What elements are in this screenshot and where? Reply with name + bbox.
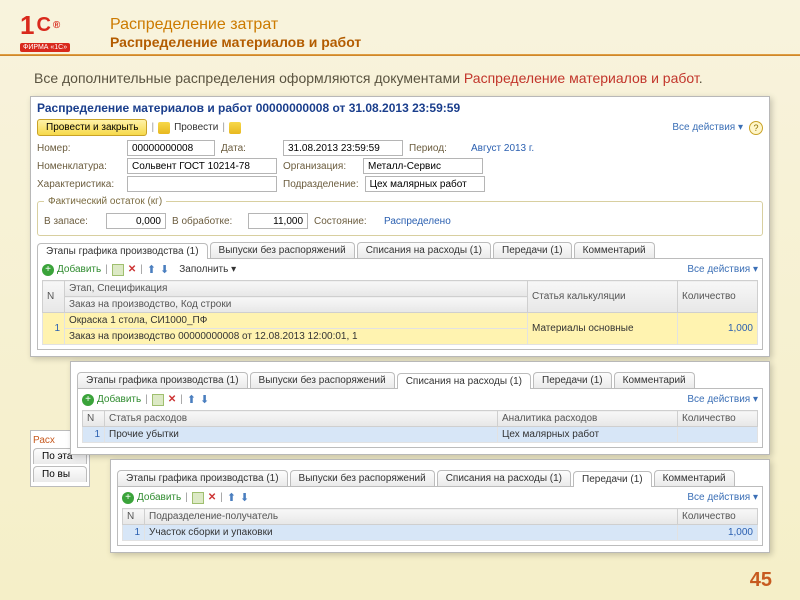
period-value[interactable]: Август 2013 г. [471,143,534,154]
toolbar-extra-icon[interactable] [229,122,241,134]
tab-writeoffs[interactable]: Списания на расходы (1) [357,242,491,258]
tab-writeoffs-3[interactable]: Списания на расходы (1) [437,470,571,486]
col-order: Заказ на производство, Код строки [65,297,528,313]
label-date: Дата: [221,143,277,154]
number-field[interactable] [127,140,215,156]
all-actions-tab[interactable]: Все действия ▾ [687,264,758,275]
state-value[interactable]: Распределено [384,216,451,227]
move-down-icon[interactable]: ⬇ [200,393,209,406]
add-button-2[interactable]: +Добавить [82,394,141,406]
post-icon[interactable] [158,122,170,134]
fill-menu[interactable]: Заполнить ▾ [179,264,236,275]
grid-transfers: N Подразделение-получатель Количество 1 … [122,508,758,541]
tab-comment-3[interactable]: Комментарий [654,470,735,486]
all-actions-menu[interactable]: Все действия ▾ [672,122,743,133]
col-n: N [43,281,65,313]
tab-transfers[interactable]: Передачи (1) [493,242,572,258]
table-row[interactable]: 1 Прочие убытки Цех малярных работ [83,427,758,443]
copy-icon[interactable] [192,492,204,504]
label-item: Номенклатура: [37,161,121,172]
all-actions-tab-3[interactable]: Все действия ▾ [687,492,758,503]
add-button[interactable]: +Добавить [42,264,101,276]
post-button[interactable]: Провести [174,122,218,133]
stock-field[interactable] [106,213,166,229]
label-dept: Подразделение: [283,179,359,190]
label-number: Номер: [37,143,121,154]
legend-stock: Фактический остаток (кг) [44,196,166,207]
tab-releases-2[interactable]: Выпуски без распоряжений [250,372,395,388]
label-stock: В запасе: [44,216,100,227]
tab-stages[interactable]: Этапы графика производства (1) [37,243,208,259]
tab-stages-2[interactable]: Этапы графика производства (1) [77,372,248,388]
col-stage: Этап, Спецификация [65,281,528,297]
col-dept: Подразделение-получатель [145,509,678,525]
side-tab-2[interactable]: По вы [33,466,87,482]
tab-comment-2[interactable]: Комментарий [614,372,695,388]
window-writeoffs: Этапы графика производства (1) Выпуски б… [70,361,770,455]
table-row[interactable]: 1 Окраска 1 стола, СИ1000_ПФ Материалы о… [43,313,758,329]
col-n: N [123,509,145,525]
char-field[interactable] [127,176,277,192]
move-up-icon[interactable]: ⬆ [187,393,196,406]
copy-icon[interactable] [152,394,164,406]
col-an: Аналитика расходов [498,411,678,427]
tab-stages-3[interactable]: Этапы графика производства (1) [117,470,288,486]
org-field[interactable] [363,158,483,174]
plus-icon: + [42,264,54,276]
label-period: Период: [409,143,465,154]
col-n: N [83,411,105,427]
col-exp: Статья расходов [105,411,498,427]
window-transfers: Этапы графика производства (1) Выпуски б… [110,459,770,553]
tab-releases-3[interactable]: Выпуски без распоряжений [290,470,435,486]
item-field[interactable] [127,158,277,174]
add-button-3[interactable]: +Добавить [122,492,181,504]
col-qty: Количество [678,509,758,525]
col-qty: Количество [678,281,758,313]
grid-stages: N Этап, Спецификация Статья калькуляции … [42,280,758,345]
slide-subtitle: Распределение материалов и работ [110,34,770,50]
post-and-close-button[interactable]: Провести и закрыть [37,119,147,136]
all-actions-tab-2[interactable]: Все действия ▾ [687,394,758,405]
help-icon[interactable]: ? [749,121,763,135]
slide-title: Распределение затрат [110,16,770,34]
label-state: Состояние: [314,216,378,227]
label-proc: В обработке: [172,216,242,227]
tab-writeoffs-2[interactable]: Списания на расходы (1) [397,373,531,389]
window-title: Распределение материалов и работ 0000000… [37,101,763,115]
tab-transfers-2[interactable]: Передачи (1) [533,372,612,388]
delete-icon[interactable]: ✕ [208,492,216,503]
label-org: Организация: [283,161,357,172]
intro-text: Все дополнительные распределения оформля… [34,70,770,86]
divider [0,54,800,56]
col-article: Статья калькуляции [528,281,678,313]
move-up-icon[interactable]: ⬆ [227,491,236,504]
move-down-icon[interactable]: ⬇ [160,263,169,276]
tab-transfers-3[interactable]: Передачи (1) [573,471,652,487]
copy-icon[interactable] [112,264,124,276]
delete-icon[interactable]: ✕ [168,394,176,405]
proc-field[interactable] [248,213,308,229]
plus-icon: + [82,394,94,406]
move-up-icon[interactable]: ⬆ [147,263,156,276]
table-row[interactable]: 1 Участок сборки и упаковки 1,000 [123,525,758,541]
document-window: Распределение материалов и работ 0000000… [30,96,770,357]
tab-comment[interactable]: Комментарий [574,242,655,258]
page-number: 45 [750,569,772,592]
label-char: Характеристика: [37,179,121,190]
col-qty: Количество [678,411,758,427]
logo-1c: 1С® ФИРМА «1С» [20,10,80,52]
tab-releases[interactable]: Выпуски без распоряжений [210,242,355,258]
grid-writeoffs: N Статья расходов Аналитика расходов Кол… [82,410,758,443]
move-down-icon[interactable]: ⬇ [240,491,249,504]
delete-icon[interactable]: ✕ [128,264,136,275]
plus-icon: + [122,492,134,504]
dept-field[interactable] [365,176,485,192]
date-field[interactable] [283,140,403,156]
